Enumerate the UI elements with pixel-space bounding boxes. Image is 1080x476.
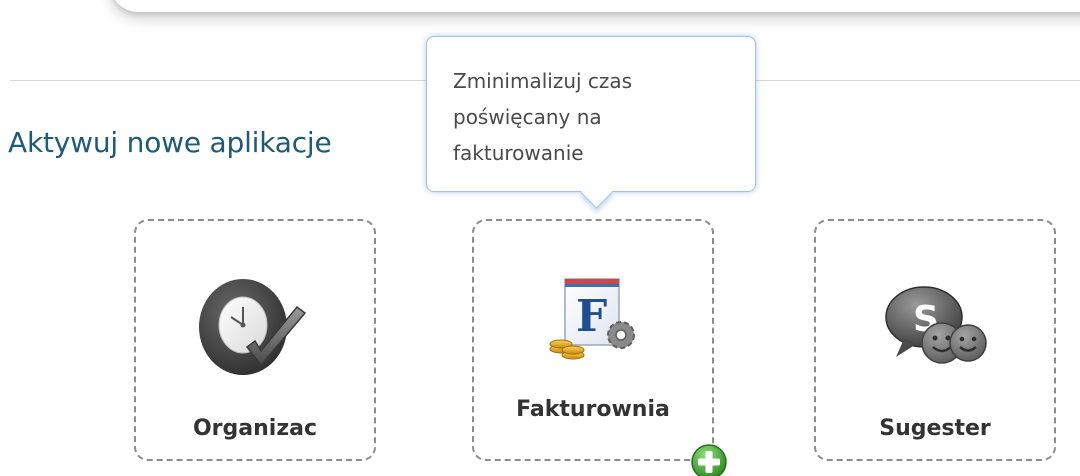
add-plus-icon[interactable] — [690, 443, 728, 476]
clock-check-icon — [195, 273, 315, 387]
app-name-label: Sugester — [879, 416, 991, 441]
app-name-label: Fakturownia — [516, 397, 670, 422]
app-tile-sugester[interactable]: S Sugester — [814, 219, 1056, 461]
app-tile-fakturownia[interactable]: F Fakturownia — [472, 219, 727, 476]
app-tile-organizac[interactable]: Organizac — [134, 219, 376, 461]
app-description-tooltip: Zminimalizuj czas poświęcany na fakturow… — [426, 36, 756, 209]
top-card-edge — [110, 0, 1080, 12]
speech-smiley-icon: S — [880, 281, 990, 375]
tooltip-text: Zminimalizuj czas poświęcany na fakturow… — [453, 63, 683, 171]
tooltip-pointer — [580, 176, 613, 209]
tooltip-line: poświęcany na — [453, 105, 602, 129]
svg-text:F: F — [576, 291, 607, 342]
app-name-label: Organizac — [192, 416, 318, 441]
section-title: Aktywuj nowe aplikacje — [8, 126, 332, 159]
tooltip-line: fakturowanie — [453, 141, 584, 165]
tooltip-line: Zminimalizuj czas — [453, 69, 633, 93]
app-activation-page: Aktywuj nowe aplikacje Zminimalizuj czas… — [0, 0, 1080, 476]
invoice-gear-icon: F — [543, 275, 643, 369]
